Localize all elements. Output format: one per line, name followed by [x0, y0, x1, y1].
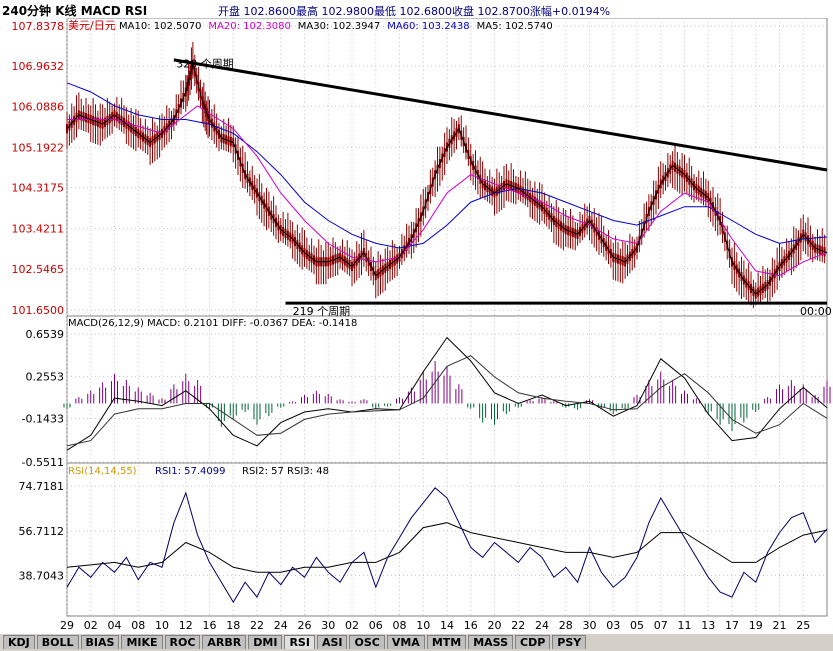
- x-tick-label: 10: [416, 619, 430, 632]
- y-tick-label: 107.8378: [12, 20, 65, 33]
- x-tick-label: 08: [131, 619, 145, 632]
- x-tick-label: 13: [701, 619, 715, 632]
- x-tick-label: 10: [155, 619, 169, 632]
- y-tick-label: 104.3175: [12, 182, 65, 195]
- y-tick-label: 105.1922: [12, 141, 65, 154]
- x-tick-label: 07: [654, 619, 668, 632]
- tab-mass[interactable]: MASS: [468, 635, 514, 649]
- tab-asi[interactable]: ASI: [316, 635, 348, 649]
- y-tick-label: 56.7112: [19, 525, 65, 538]
- header-bar: 240分钟 K线 MACD RSI 开盘 102.8600最高 102.9800…: [0, 0, 833, 18]
- tab-rsi[interactable]: RSI: [284, 635, 315, 649]
- x-tick-label: 25: [796, 619, 810, 632]
- x-tick-label: 02: [345, 619, 359, 632]
- annotation-label: 320 个周期: [176, 57, 234, 70]
- y-tick-label: 74.7181: [19, 480, 65, 493]
- x-tick-label: 22: [250, 619, 264, 632]
- indicator-tab-bar: KDJ BOLL BIAS MIKE ROC ARBR DMI RSI ASI OSC VMA MTM…: [0, 634, 833, 651]
- x-tick-label: 24: [535, 619, 549, 632]
- tab-bias[interactable]: BIAS: [80, 635, 120, 649]
- tab-vma[interactable]: VMA: [386, 635, 425, 649]
- rsi1-legend-label: RSI1: 57.4099: [155, 466, 226, 477]
- x-tick-label: 22: [511, 619, 525, 632]
- tab-boll[interactable]: BOLL: [36, 635, 79, 649]
- y-tick-label: 103.4211: [12, 223, 65, 236]
- symbol-label: 美元/日元: [68, 19, 116, 32]
- ma-legend-label: MA10: 102.5070: [119, 21, 201, 32]
- x-tick-label: 17: [725, 619, 739, 632]
- resistance-trendline: [173, 58, 828, 172]
- y-tick-label: 101.6500: [12, 304, 65, 317]
- x-tick-label: 29: [60, 619, 74, 632]
- y-tick-label: 106.0886: [12, 100, 65, 113]
- x-tick-label: 21: [773, 619, 787, 632]
- x-tick-label: 03: [606, 619, 620, 632]
- x-tick-label: 08: [393, 619, 407, 632]
- ma-legend-label: MA30: 102.3947: [298, 21, 380, 32]
- x-tick-label: 16: [464, 619, 478, 632]
- tab-kdj[interactable]: KDJ: [3, 635, 35, 649]
- x-tick-label: 16: [203, 619, 217, 632]
- y-tick-label: 102.5465: [12, 263, 65, 276]
- tab-cdp[interactable]: CDP: [515, 635, 551, 649]
- x-tick-label: 19: [749, 619, 763, 632]
- y-tick-label: -0.5511: [22, 456, 64, 469]
- x-tick-label: 04: [108, 619, 122, 632]
- x-tick-label: 20: [488, 619, 502, 632]
- tab-psy[interactable]: PSY: [552, 635, 587, 649]
- x-tick-label: 30: [583, 619, 597, 632]
- tab-roc[interactable]: ROC: [164, 635, 201, 649]
- x-tick-label: 18: [226, 619, 240, 632]
- x-tick-label: 26: [298, 619, 312, 632]
- ohlc-stats: 开盘 102.8600最高 102.9800最低 102.6800收盘 102.…: [218, 5, 611, 18]
- x-tick-label: 11: [678, 619, 692, 632]
- x-tick-label: 02: [84, 619, 98, 632]
- tab-mtm[interactable]: MTM: [426, 635, 467, 649]
- ma-legend-label: MA60: 103.2438: [387, 21, 469, 32]
- tab-osc[interactable]: OSC: [349, 635, 385, 649]
- x-tick-label: 30: [321, 619, 335, 632]
- candle-body: [66, 124, 68, 134]
- x-tick-label: 24: [274, 619, 288, 632]
- x-tick-label: 28: [559, 619, 573, 632]
- y-tick-label: 0.6539: [26, 328, 65, 341]
- annotation-label: 219 个周期: [293, 305, 351, 318]
- ma-legend-label: MA5: 102.5740: [477, 21, 553, 32]
- macd-legend-label: MACD(26,12,9) MACD: 0.2101 DIFF: -0.0367…: [68, 318, 357, 329]
- x-tick-label: 12: [179, 619, 193, 632]
- tab-mike[interactable]: MIKE: [121, 635, 163, 649]
- rsi-legend-rest: RSI2: 57 RSI3: 48: [242, 466, 329, 477]
- y-tick-label: -0.1433: [22, 413, 64, 426]
- rsi-legend-prefix: RSI(14,14,55): [68, 466, 137, 477]
- y-tick-label: 38.7043: [19, 570, 65, 583]
- tab-dmi[interactable]: DMI: [248, 635, 283, 649]
- chart-title: 240分钟 K线 MACD RSI: [2, 4, 148, 18]
- annotation-label: 00:00: [800, 305, 832, 318]
- rsi1-line: [66, 487, 828, 604]
- tab-arbr[interactable]: ARBR: [202, 635, 247, 649]
- ma-legend-label: MA20: 102.3080: [208, 21, 290, 32]
- y-tick-label: 106.9632: [12, 60, 65, 73]
- x-tick-label: 05: [630, 619, 644, 632]
- chart-canvas[interactable]: 29 02 04 08 10 12 16 18 22 24 26 30 02 06 08 10 14 16 20 22…: [0, 18, 833, 634]
- y-tick-label: 0.2553: [26, 370, 65, 383]
- x-tick-label: 06: [369, 619, 383, 632]
- x-tick-label: 14: [440, 619, 454, 632]
